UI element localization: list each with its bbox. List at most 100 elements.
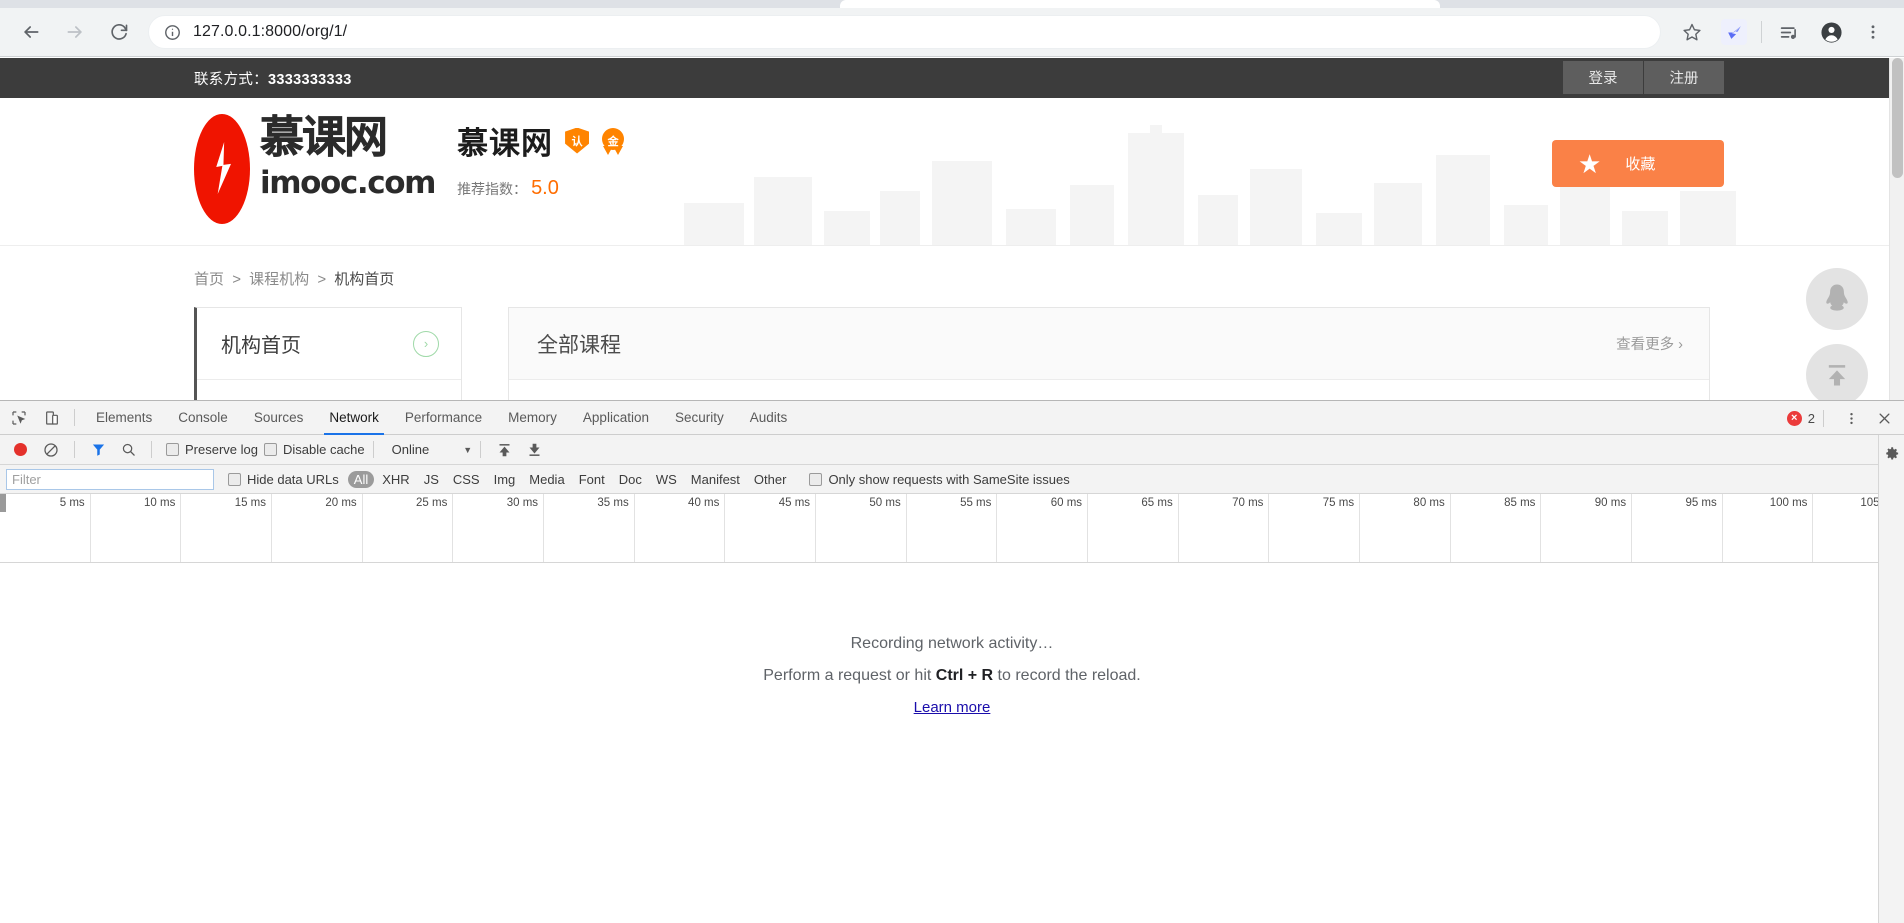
filter-type-xhr[interactable]: XHR xyxy=(376,471,415,488)
page-scrollbar-thumb[interactable] xyxy=(1892,58,1903,178)
gold-medal-badge-icon: 金 xyxy=(601,127,625,155)
browser-menu-button[interactable] xyxy=(1856,15,1890,49)
learn-more-link[interactable]: Learn more xyxy=(914,699,991,716)
timeline-tick: 95 ms xyxy=(1632,494,1723,562)
timeline-tick: 45 ms xyxy=(725,494,817,562)
page-scrollbar[interactable] xyxy=(1889,58,1904,400)
arrow-left-icon xyxy=(24,26,39,38)
breadcrumb-separator: > xyxy=(232,271,241,288)
recording-status-text: Recording network activity… xyxy=(850,635,1054,652)
record-button[interactable] xyxy=(14,443,27,456)
timeline-tick: 15 ms xyxy=(181,494,273,562)
back-button[interactable] xyxy=(12,13,50,51)
preserve-log-checkbox[interactable]: Preserve log xyxy=(166,442,258,457)
export-har-button[interactable] xyxy=(522,438,546,462)
devtools-divider xyxy=(74,441,75,458)
toolbar-right-group xyxy=(1671,15,1904,49)
devtools-right-rail xyxy=(1878,435,1904,923)
filter-type-manifest[interactable]: Manifest xyxy=(685,471,746,488)
timeline-tick-label: 25 ms xyxy=(416,497,448,509)
certified-badge-icon: 认 xyxy=(565,127,590,154)
clear-button[interactable] xyxy=(39,438,63,462)
address-bar[interactable]: 127.0.0.1:8000/org/1/ xyxy=(148,15,1661,49)
close-icon xyxy=(1879,413,1889,423)
extension-bird-icon xyxy=(1721,19,1747,45)
qq-contact-button[interactable] xyxy=(1806,268,1868,330)
filter-type-media[interactable]: Media xyxy=(523,471,570,488)
filter-type-font[interactable]: Font xyxy=(573,471,611,488)
arrow-right-icon xyxy=(67,26,82,38)
hint-prefix: Perform a request or hit xyxy=(763,667,936,684)
error-count-badge[interactable]: × 2 xyxy=(1786,410,1815,426)
timeline-tick: 30 ms xyxy=(453,494,545,562)
devtools-more-button[interactable] xyxy=(1837,404,1865,432)
timeline-tick-label: 85 ms xyxy=(1504,497,1536,509)
tab-memory[interactable]: Memory xyxy=(495,401,570,435)
devtools-divider xyxy=(74,409,75,426)
tab-sources[interactable]: Sources xyxy=(241,401,317,435)
tab-elements[interactable]: Elements xyxy=(83,401,165,435)
media-controls-button[interactable] xyxy=(1772,15,1806,49)
favorite-button[interactable]: ★ 收藏 xyxy=(1552,140,1724,187)
filter-type-js[interactable]: JS xyxy=(418,471,445,488)
clear-circle-slash-icon xyxy=(44,442,58,457)
device-toolbar-button[interactable] xyxy=(38,404,66,432)
timeline-tick-label: 20 ms xyxy=(325,497,357,509)
tab-application[interactable]: Application xyxy=(570,401,662,435)
timeline-left-handle[interactable] xyxy=(0,494,6,512)
register-button[interactable]: 注册 xyxy=(1644,61,1724,94)
back-to-top-button[interactable] xyxy=(1806,344,1868,400)
imooc-logo-icon xyxy=(194,112,252,232)
view-more-link[interactable]: 查看更多 › xyxy=(1616,333,1683,354)
profile-button[interactable] xyxy=(1814,15,1848,49)
filter-type-img[interactable]: Img xyxy=(488,471,522,488)
filter-type-doc[interactable]: Doc xyxy=(613,471,648,488)
tab-console[interactable]: Console xyxy=(165,401,241,435)
arrow-up-icon xyxy=(1828,365,1846,386)
sidebar-item-org-home[interactable]: 机构首页 › xyxy=(197,308,461,380)
tab-security[interactable]: Security xyxy=(662,401,737,435)
search-icon xyxy=(122,443,135,456)
forward-button[interactable] xyxy=(56,13,94,51)
gear-icon xyxy=(1885,446,1898,459)
network-filter-bar: Hide data URLs All XHR JS CSS Img Media … xyxy=(0,465,1904,494)
network-overview-timeline[interactable]: 5 ms 10 ms 15 ms 20 ms 25 ms 30 ms 35 ms 40 ms 4… xyxy=(0,494,1904,563)
bookmark-button[interactable] xyxy=(1675,15,1709,49)
devtools-close-button[interactable] xyxy=(1870,404,1898,432)
info-circle-icon xyxy=(164,24,180,40)
filter-type-ws[interactable]: WS xyxy=(650,471,683,488)
timeline-tick-row: 5 ms 10 ms 15 ms 20 ms 25 ms 30 ms 35 ms 40 ms 4… xyxy=(0,494,1904,562)
filter-type-other[interactable]: Other xyxy=(748,471,793,488)
browser-tab[interactable] xyxy=(840,0,1440,8)
samesite-issues-checkbox[interactable]: Only show requests with SameSite issues xyxy=(809,472,1070,487)
disable-cache-checkbox[interactable]: Disable cache xyxy=(263,442,365,457)
tab-performance[interactable]: Performance xyxy=(392,401,495,435)
throttling-select[interactable]: Online ▼ xyxy=(392,442,473,457)
filter-input[interactable] xyxy=(6,468,214,490)
sidebar-item-placeholder[interactable] xyxy=(197,380,461,400)
inspect-element-button[interactable] xyxy=(5,404,33,432)
tab-network[interactable]: Network xyxy=(316,401,392,435)
recommend-score: 5.0 xyxy=(531,177,559,199)
breadcrumb-item-orgs[interactable]: 课程机构 xyxy=(249,271,309,288)
network-toolbar: Preserve log Disable cache Online ▼ xyxy=(0,435,1904,465)
reload-button[interactable] xyxy=(100,13,138,51)
site-info-icon[interactable] xyxy=(163,23,181,41)
breadcrumb-item-home[interactable]: 首页 xyxy=(194,271,224,288)
search-button[interactable] xyxy=(116,438,140,462)
org-side-nav: 机构首页 › xyxy=(194,307,462,400)
preserve-log-label: Preserve log xyxy=(185,442,258,457)
inspect-element-icon xyxy=(12,410,26,425)
extension-button[interactable] xyxy=(1717,15,1751,49)
login-button[interactable]: 登录 xyxy=(1563,61,1643,94)
filter-type-all[interactable]: All xyxy=(347,470,375,488)
floating-action-column xyxy=(1806,268,1868,400)
devtools-settings-button[interactable] xyxy=(1879,441,1904,465)
devtools-tab-bar: Elements Console Sources Network Perform… xyxy=(0,401,1904,435)
filter-type-css[interactable]: CSS xyxy=(447,471,486,488)
timeline-tick: 60 ms xyxy=(997,494,1089,562)
hide-data-urls-checkbox[interactable]: Hide data URLs xyxy=(228,472,339,487)
filter-toggle-button[interactable] xyxy=(86,438,110,462)
import-har-button[interactable] xyxy=(492,438,516,462)
tab-audits[interactable]: Audits xyxy=(737,401,801,435)
